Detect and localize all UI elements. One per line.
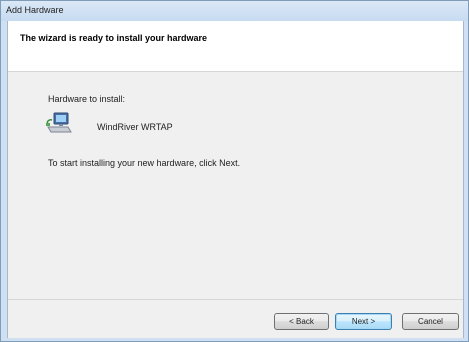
wizard-header: The wizard is ready to install your hard… [8, 21, 463, 72]
cancel-button[interactable]: Cancel [402, 313, 459, 330]
device-name: WindRiver WRTAP [97, 122, 173, 132]
install-instruction: To start installing your new hardware, c… [48, 158, 241, 168]
hardware-to-install-label: Hardware to install: [48, 94, 126, 104]
wizard-header-title: The wizard is ready to install your hard… [20, 33, 208, 43]
wizard-footer: < Back Next > Cancel [8, 299, 463, 338]
wizard-client-area: The wizard is ready to install your hard… [7, 21, 464, 338]
network-adapter-icon [46, 112, 72, 134]
add-hardware-window: Add Hardware The wizard is ready to inst… [0, 0, 469, 342]
title-bar[interactable]: Add Hardware [1, 1, 468, 21]
wizard-body: Hardware to install: WindRiver WRTAP To … [8, 72, 463, 299]
back-button[interactable]: < Back [274, 313, 329, 330]
next-button[interactable]: Next > [335, 313, 392, 330]
window-title: Add Hardware [6, 5, 64, 15]
